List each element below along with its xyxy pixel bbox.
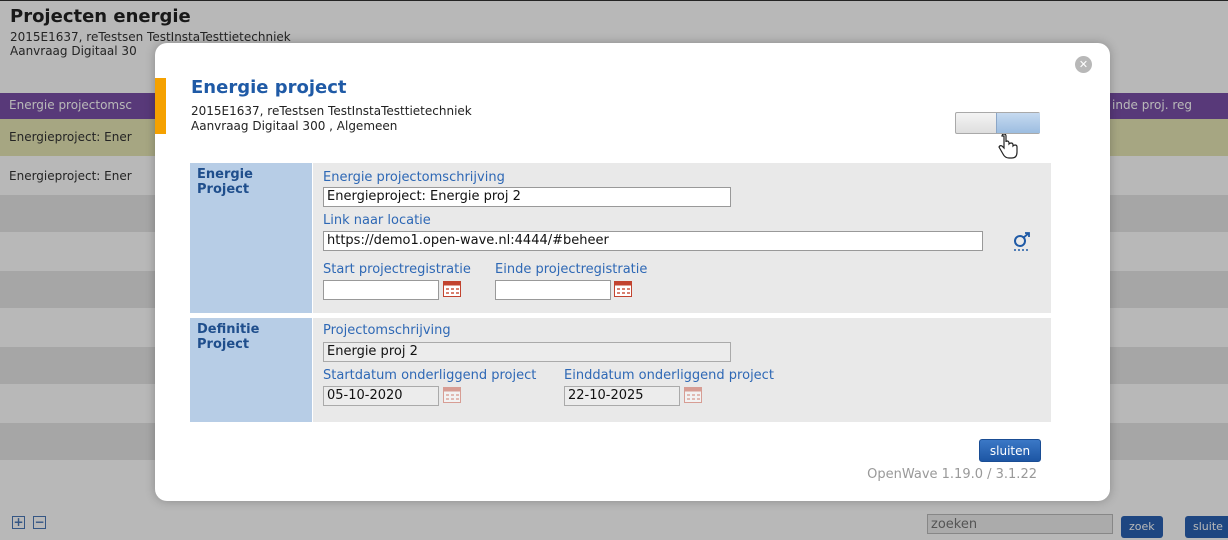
open-link-icon[interactable] (1013, 232, 1031, 252)
accent-bar (155, 78, 166, 134)
modal-subtitle-1: 2015E1637, reTestsen TestInstaTesttietec… (191, 104, 472, 118)
section-label-line: Energie (197, 167, 253, 182)
section-label-line: Project (197, 182, 250, 197)
start-registratie-field[interactable] (323, 280, 439, 300)
einddatum-field: 22-10-2025 (564, 386, 680, 406)
section-label-line: Project (197, 337, 250, 352)
section-label-energie-project: Energie Project (190, 163, 312, 313)
section-label-line: Definitie (197, 322, 260, 337)
start-registratie-label: Start projectregistratie (323, 262, 471, 277)
calendar-icon[interactable] (614, 281, 632, 297)
modal-title: Energie project (191, 77, 347, 98)
einddatum-label: Einddatum onderliggend project (564, 368, 774, 383)
projectomschrijving-label: Projectomschrijving (323, 323, 451, 338)
omschrijving-field[interactable]: Energieproject: Energie proj 2 (323, 187, 731, 207)
einde-registratie-field[interactable] (495, 280, 611, 300)
calendar-icon (684, 387, 702, 403)
calendar-icon[interactable] (443, 281, 461, 297)
hand-cursor-icon (998, 134, 1018, 159)
omschrijving-label: Energie projectomschrijving (323, 170, 505, 185)
link-field[interactable]: https://demo1.open-wave.nl:4444/#beheer (323, 231, 983, 251)
projectomschrijving-field: Energie proj 2 (323, 342, 731, 362)
sluiten-button[interactable]: sluiten (979, 439, 1041, 462)
toggle-knob[interactable] (996, 113, 1040, 133)
view-toggle[interactable] (955, 112, 1040, 134)
section-label-definitie-project: Definitie Project (190, 318, 312, 422)
modal-subtitle-2: Aanvraag Digitaal 300 , Algemeen (191, 119, 398, 133)
version-text: OpenWave 1.19.0 / 3.1.22 (867, 467, 1037, 482)
einde-registratie-label: Einde projectregistratie (495, 262, 648, 277)
calendar-icon (443, 387, 461, 403)
startdatum-label: Startdatum onderliggend project (323, 368, 537, 383)
startdatum-field: 05-10-2020 (323, 386, 439, 406)
close-icon[interactable]: ✕ (1075, 56, 1092, 73)
link-label: Link naar locatie (323, 213, 431, 228)
